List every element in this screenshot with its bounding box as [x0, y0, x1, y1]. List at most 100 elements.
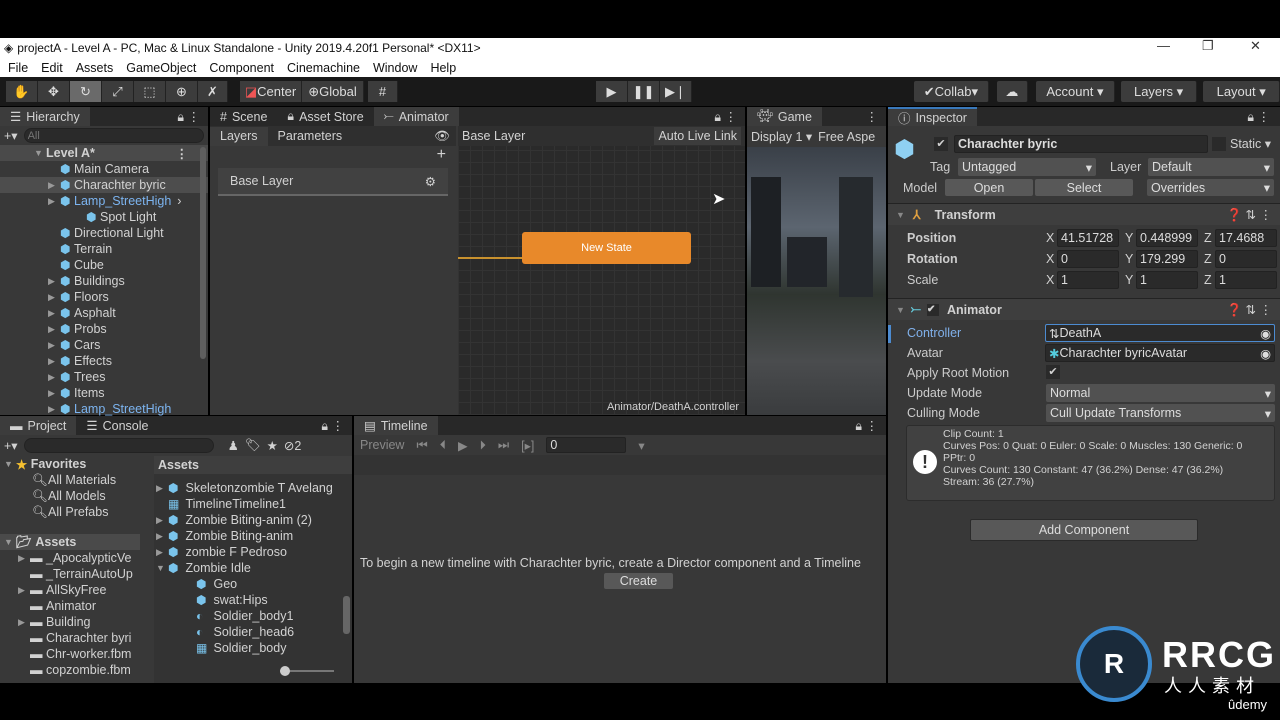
game-view[interactable]: [747, 147, 886, 415]
menu-assets[interactable]: Assets: [76, 61, 114, 75]
last-frame-icon[interactable]: ⏭: [498, 438, 509, 453]
transform-tool-icon[interactable]: ⊕: [166, 81, 198, 102]
folder-item[interactable]: ▶ ▬ _ApocalypticVe: [0, 550, 150, 566]
eye-icon[interactable]: 👁︎: [434, 129, 456, 144]
transform-y-input[interactable]: 0.448999: [1136, 228, 1198, 247]
hidden-packages-icon[interactable]: ⊘2: [284, 438, 301, 453]
layers-dropdown[interactable]: Layers ▾: [1120, 81, 1198, 102]
create-asset-button[interactable]: +▾: [4, 438, 18, 453]
tab-game[interactable]: 👾︎ Game: [747, 107, 822, 126]
add-layer-button[interactable]: +: [210, 146, 456, 168]
asset-item[interactable]: ⬢ Geo: [154, 576, 352, 592]
asset-item[interactable]: ▦ Soldier_body: [154, 640, 352, 656]
preview-button[interactable]: Preview: [360, 438, 404, 452]
asset-item[interactable]: ▶ ⬢ Zombie Biting-anim: [154, 528, 352, 544]
frame-input[interactable]: 0: [546, 437, 627, 453]
pivot-center-button[interactable]: ◪ Center: [240, 81, 302, 102]
hierarchy-item[interactable]: ▶ ⬢ Effects: [0, 353, 208, 369]
menu-help[interactable]: Help: [430, 61, 456, 75]
menu-component[interactable]: Component: [209, 61, 274, 75]
hierarchy-item[interactable]: ▶ ⬢ Lamp_StreetHigh ›: [0, 193, 208, 209]
scale-tool-icon[interactable]: ⤢: [102, 81, 134, 102]
pause-button[interactable]: ❚❚: [628, 81, 660, 102]
asset-item[interactable]: ▦ TimelineTimeline1: [154, 496, 352, 512]
move-tool-icon[interactable]: ✥: [38, 81, 70, 102]
hierarchy-item[interactable]: ⬢ Spot Light: [0, 209, 208, 225]
model-select-button[interactable]: Select: [1035, 179, 1133, 196]
folder-item[interactable]: ▬ _TerrainAutoUp: [0, 566, 150, 582]
icon-size-slider[interactable]: [280, 666, 334, 676]
play-timeline-icon[interactable]: ▶: [458, 438, 468, 453]
hierarchy-search-input[interactable]: [23, 128, 204, 143]
base-layer-item[interactable]: Base Layer ⚙: [218, 168, 448, 196]
folder-item[interactable]: ▶ ▬ Building: [0, 614, 150, 630]
overrides-dropdown[interactable]: Overrides ▾: [1147, 179, 1274, 196]
controller-field[interactable]: ⇅ DeathA ◉: [1045, 324, 1275, 342]
asset-item[interactable]: ▶ ⬢ Zombie Biting-anim (2): [154, 512, 352, 528]
asset-item[interactable]: ▶ ⬢ zombie F Pedroso: [154, 544, 352, 560]
layout-dropdown[interactable]: Layout ▾: [1203, 81, 1280, 102]
hierarchy-item[interactable]: ▶ ⬢ Cars: [0, 337, 208, 353]
hierarchy-item[interactable]: ▶ ⬢ Items: [0, 385, 208, 401]
state-new-state[interactable]: New State: [522, 232, 691, 264]
menu-window[interactable]: Window: [373, 61, 417, 75]
auto-live-link-button[interactable]: Auto Live Link: [654, 127, 741, 145]
folder-item[interactable]: ▬ Charachter byri: [0, 630, 150, 646]
custom-tool-icon[interactable]: ✗: [198, 81, 228, 102]
hand-tool-icon[interactable]: ✋: [6, 81, 38, 102]
favorite-item[interactable]: 🔍︎ All Prefabs: [0, 504, 150, 520]
active-checkbox[interactable]: ✔: [934, 137, 948, 151]
transform-z-input[interactable]: 1: [1215, 270, 1277, 289]
transform-z-input[interactable]: 0: [1215, 249, 1277, 268]
lock-icon[interactable]: 🔒︎ ⋮: [714, 109, 745, 125]
filter-type-icon[interactable]: ♟: [228, 438, 239, 453]
tag-dropdown[interactable]: Untagged ▾: [958, 158, 1096, 176]
tab-console[interactable]: ☰ Console: [76, 416, 158, 435]
tab-hierarchy[interactable]: ☰ Hierarchy: [0, 107, 90, 126]
menu-cinemachine[interactable]: Cinemachine: [287, 61, 360, 75]
tab-animator[interactable]: ⤚ Animator: [373, 107, 459, 126]
asset-item[interactable]: ◐ Soldier_head6: [154, 624, 352, 640]
asset-item[interactable]: ◐ Soldier_body1: [154, 608, 352, 624]
tab-timeline[interactable]: ▤ Timeline: [354, 416, 438, 435]
first-frame-icon[interactable]: ⏮: [416, 438, 427, 453]
play-button[interactable]: ▶: [596, 81, 628, 102]
folder-item[interactable]: ▬ Chr-worker.fbm: [0, 646, 150, 662]
tab-scene[interactable]: # Scene: [210, 107, 277, 126]
parameters-tab[interactable]: Parameters: [268, 127, 353, 146]
folder-item[interactable]: ▬ Animator: [0, 598, 150, 614]
filter-label-icon[interactable]: 🏷︎: [245, 438, 261, 453]
animator-enabled-checkbox[interactable]: ✔: [926, 303, 939, 316]
transform-header[interactable]: ▼ ⅄ Transform ❓ ⇅ ⋮: [888, 203, 1280, 225]
animator-graph[interactable]: Base Layer Auto Live Link New State ➤ Ani…: [458, 126, 745, 415]
hierarchy-item[interactable]: ▶ ⬢ Probs: [0, 321, 208, 337]
maximize-button[interactable]: ❐: [1202, 38, 1214, 54]
hierarchy-item[interactable]: ⬢ Cube: [0, 257, 208, 273]
project-search-input[interactable]: [23, 437, 214, 453]
transform-x-input[interactable]: 0: [1057, 249, 1119, 268]
model-open-button[interactable]: Open: [945, 179, 1033, 196]
transform-y-input[interactable]: 1: [1136, 270, 1198, 289]
tab-inspector[interactable]: ⓘ Inspector: [888, 107, 977, 126]
menu-edit[interactable]: Edit: [41, 61, 63, 75]
rect-tool-icon[interactable]: ⬚: [134, 81, 166, 102]
transform-y-input[interactable]: 179.299: [1136, 249, 1198, 268]
step-button[interactable]: ▶❘: [660, 81, 692, 102]
object-name-input[interactable]: Charachter byric: [954, 135, 1208, 153]
transform-z-input[interactable]: 17.4688: [1215, 228, 1277, 247]
tab-project[interactable]: ▬ Project: [0, 416, 77, 435]
lock-icon[interactable]: 🔒︎ ⋮: [177, 109, 208, 125]
menu-gameobject[interactable]: GameObject: [126, 61, 196, 75]
transform-x-input[interactable]: 1: [1057, 270, 1119, 289]
animator-header[interactable]: ▼ ⤚ ✔ Animator ❓ ⇅ ⋮: [888, 298, 1280, 320]
favorite-item[interactable]: 🔍︎ All Models: [0, 488, 150, 504]
hierarchy-item[interactable]: ⬢ Terrain: [0, 241, 208, 257]
hierarchy-item[interactable]: ▶ ⬢ Floors: [0, 289, 208, 305]
hierarchy-item[interactable]: ▶ ⬢ Charachter byric: [0, 177, 208, 193]
folder-item[interactable]: ▶ ▬ AllSkyFree: [0, 582, 150, 598]
scene-row[interactable]: ▼ Level A* ⋮: [0, 145, 208, 161]
assets-folder[interactable]: ▼ 📂︎ Assets: [0, 534, 140, 550]
files-scrollbar[interactable]: [343, 596, 350, 634]
rotate-tool-icon[interactable]: ↻: [70, 81, 102, 102]
next-frame-icon[interactable]: ⏵: [480, 438, 486, 453]
